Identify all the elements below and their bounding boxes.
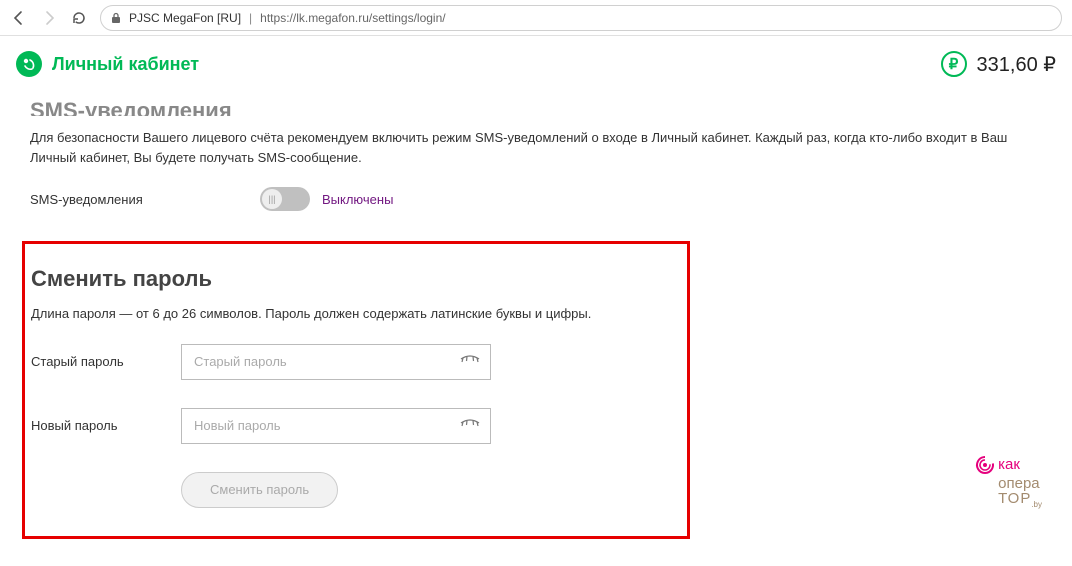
- change-password-button[interactable]: Сменить пароль: [181, 472, 338, 508]
- toggle-visibility-icon[interactable]: [459, 419, 481, 433]
- old-password-row: Старый пароль: [31, 344, 675, 380]
- watermark-text-2b: ТОР: [998, 490, 1031, 507]
- back-button[interactable]: [10, 9, 28, 27]
- password-section-description: Длина пароля — от 6 до 26 символов. Паро…: [31, 304, 675, 324]
- sms-toggle-row: SMS-уведомления ||| Выключены: [30, 187, 1042, 211]
- brand-title: Личный кабинет: [52, 54, 199, 75]
- watermark-icon: [974, 454, 996, 476]
- old-password-input[interactable]: [181, 344, 491, 380]
- ruble-icon: ₽: [941, 51, 967, 77]
- balance-amount: 331,60 ₽: [977, 52, 1056, 77]
- brand-logo-icon: [16, 51, 42, 77]
- toggle-knob-icon: |||: [262, 189, 282, 209]
- browser-toolbar: PJSC MegaFon [RU] | https://lk.megafon.r…: [0, 0, 1072, 36]
- new-password-row: Новый пароль: [31, 408, 675, 444]
- old-password-label: Старый пароль: [31, 354, 141, 369]
- new-password-label: Новый пароль: [31, 418, 141, 433]
- lock-icon: [111, 12, 121, 24]
- new-password-input[interactable]: [181, 408, 491, 444]
- forward-button[interactable]: [40, 9, 58, 27]
- submit-row: Сменить пароль: [181, 472, 675, 508]
- watermark-text-1: как: [998, 457, 1020, 472]
- reload-button[interactable]: [70, 9, 88, 27]
- address-bar[interactable]: PJSC MegaFon [RU] | https://lk.megafon.r…: [100, 5, 1062, 31]
- watermark-suffix: .by: [1031, 500, 1042, 509]
- url-text: https://lk.megafon.ru/settings/login/: [260, 11, 445, 25]
- sms-section-title: SMS-уведомления: [30, 96, 1042, 116]
- sms-toggle-state: Выключены: [322, 192, 393, 207]
- main-content: SMS-уведомления Для безопасности Вашего …: [0, 92, 1072, 539]
- brand[interactable]: Личный кабинет: [16, 51, 199, 77]
- change-password-section: Сменить пароль Длина пароля — от 6 до 26…: [22, 241, 690, 539]
- sms-toggle-label: SMS-уведомления: [30, 192, 160, 207]
- watermark-logo: как опера ТОР.by: [974, 454, 1042, 509]
- sms-section-description: Для безопасности Вашего лицевого счёта р…: [30, 128, 1042, 167]
- sms-toggle[interactable]: |||: [260, 187, 310, 211]
- sms-toggle-wrap: ||| Выключены: [260, 187, 393, 211]
- url-separator: |: [249, 11, 252, 25]
- toggle-visibility-icon[interactable]: [459, 355, 481, 369]
- site-identity: PJSC MegaFon [RU]: [129, 11, 241, 25]
- password-section-title: Сменить пароль: [31, 266, 675, 292]
- page-header: Личный кабинет ₽ 331,60 ₽: [0, 36, 1072, 92]
- sms-notifications-section: SMS-уведомления Для безопасности Вашего …: [30, 92, 1042, 211]
- balance-display[interactable]: ₽ 331,60 ₽: [941, 51, 1056, 77]
